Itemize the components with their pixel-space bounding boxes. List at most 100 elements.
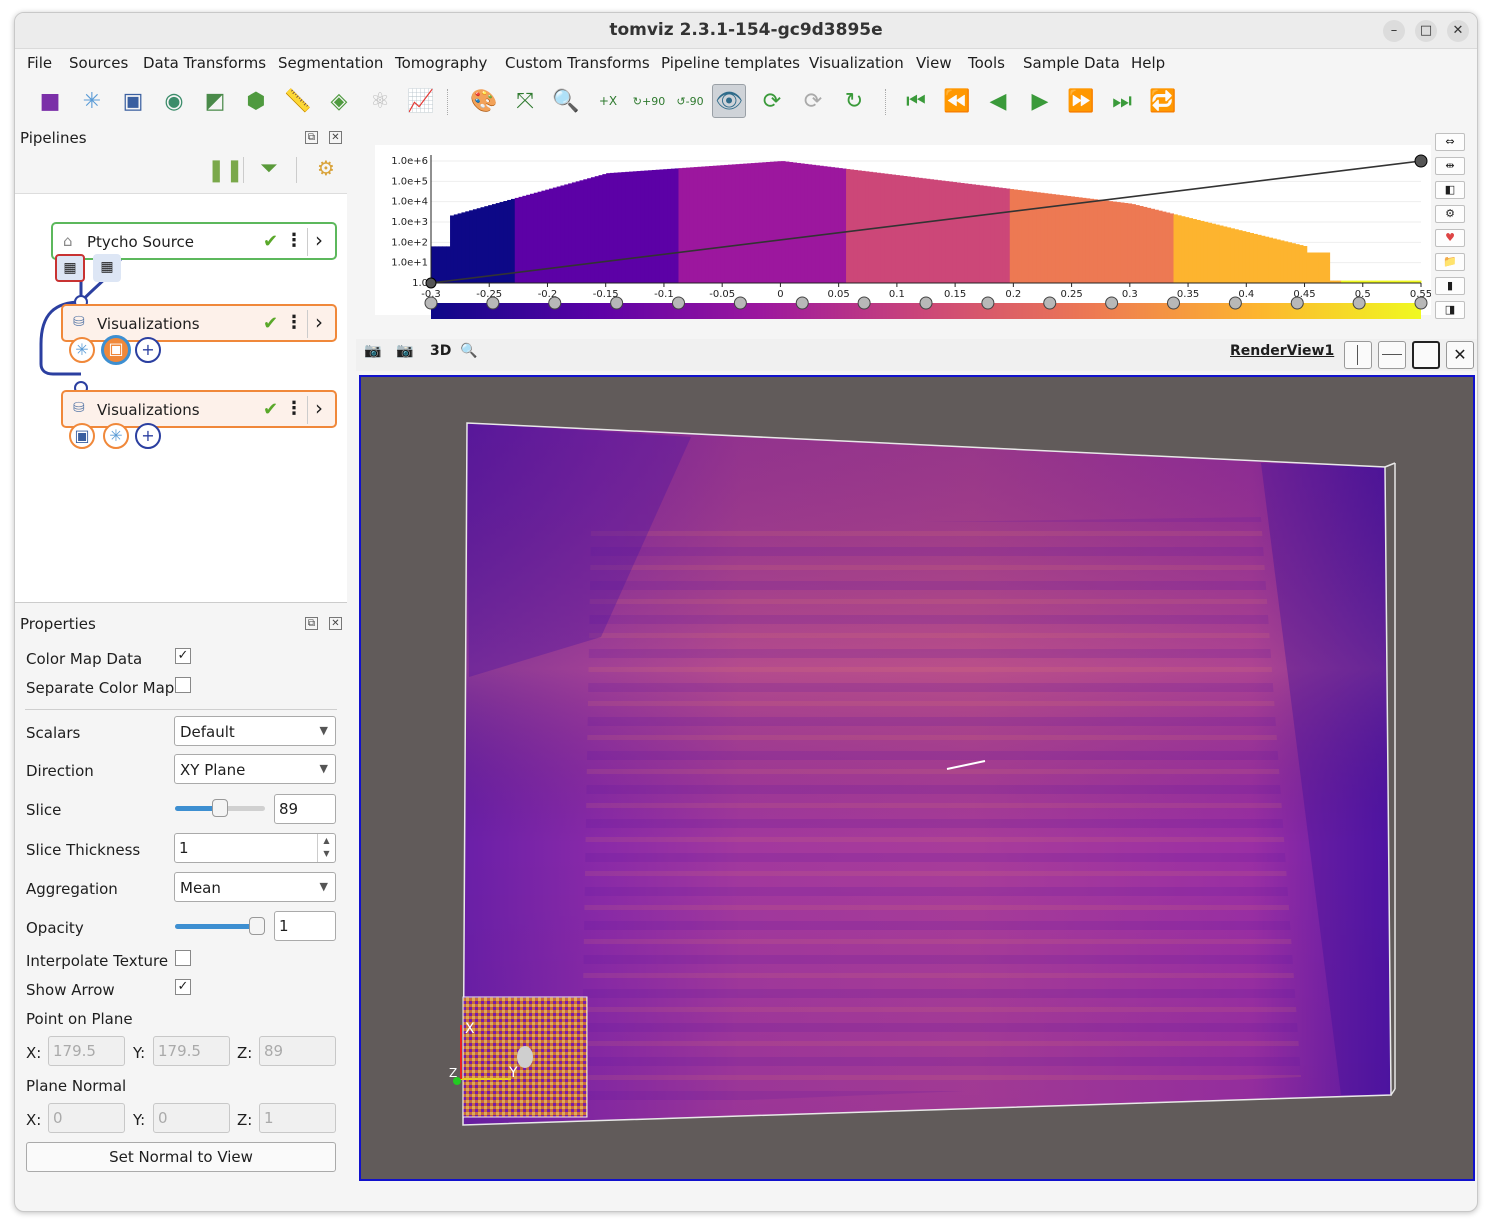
zoom-icon[interactable]: 🔍: [460, 343, 477, 359]
rotate-minus-90-icon[interactable]: ↺ -90: [673, 84, 707, 118]
split-vertical-icon[interactable]: [1378, 341, 1406, 369]
slice-icon[interactable]: ▣: [101, 335, 131, 365]
axis-x-icon[interactable]: +X: [591, 84, 625, 118]
threshold-icon[interactable]: ◈: [322, 84, 356, 118]
ruler-icon[interactable]: 📏: [281, 84, 315, 118]
slice-slider[interactable]: [175, 799, 265, 817]
cube-icon[interactable]: ■: [33, 84, 67, 118]
rotate-icon[interactable]: ⟳: [755, 84, 789, 118]
data-icon[interactable]: ▦: [93, 254, 121, 282]
menu-data-transforms[interactable]: Data Transforms: [143, 54, 266, 72]
expand-icon[interactable]: ›: [315, 228, 323, 252]
normal-z-field[interactable]: 1: [259, 1103, 336, 1133]
point-x-field[interactable]: 179.5: [48, 1036, 125, 1066]
normal-x-field[interactable]: 0: [48, 1103, 125, 1133]
scalars-select[interactable]: Default ▼: [174, 716, 336, 746]
menu-pipeline-templates[interactable]: Pipeline templates: [661, 54, 800, 72]
render-view[interactable]: X Y Z: [359, 375, 1475, 1181]
close-icon[interactable]: ✕: [1447, 20, 1469, 42]
palette-icon[interactable]: 🎨: [467, 84, 501, 118]
more-icon[interactable]: ⋮: [285, 398, 303, 419]
menu-help[interactable]: Help: [1131, 54, 1165, 72]
add-icon[interactable]: +: [135, 337, 161, 363]
expand-icon[interactable]: ›: [315, 396, 323, 420]
float-icon[interactable]: ⧉: [305, 617, 318, 630]
snowflake-icon[interactable]: ✳: [75, 84, 109, 118]
show-arrow-checkbox[interactable]: ✓: [175, 979, 191, 995]
aggregation-select[interactable]: Mean ▼: [174, 872, 336, 902]
menu-sources[interactable]: Sources: [69, 54, 128, 72]
last-frame-icon[interactable]: ⏭: [1105, 84, 1139, 118]
menu-view[interactable]: View: [916, 54, 952, 72]
next-frame-icon[interactable]: ⏩: [1064, 84, 1098, 118]
minimize-icon[interactable]: –: [1383, 20, 1405, 42]
contour-icon[interactable]: ◉: [157, 84, 191, 118]
molecule-icon[interactable]: ⚛: [363, 84, 397, 118]
gradient-icon[interactable]: ◨: [1435, 301, 1465, 319]
play-icon[interactable]: ▶: [1023, 84, 1057, 118]
box-outline-icon[interactable]: ▣: [69, 423, 95, 449]
menu-visualization[interactable]: Visualization: [809, 54, 904, 72]
colorbar-icon[interactable]: ▮: [1435, 277, 1465, 295]
custom-range-icon[interactable]: ⇹: [1435, 157, 1465, 175]
expand-icon[interactable]: ›: [315, 310, 323, 334]
slice-icon[interactable]: ◩: [198, 84, 232, 118]
capture-icon[interactable]: 📷: [364, 343, 381, 359]
box-outline-icon[interactable]: ▣: [116, 84, 150, 118]
separate-color-map-checkbox[interactable]: [175, 677, 191, 693]
center-rotation-icon[interactable]: 👁: [712, 84, 746, 118]
toggle-3d-button[interactable]: 3D: [430, 343, 451, 359]
menu-custom-transforms[interactable]: Custom Transforms: [505, 54, 650, 72]
opacity-input[interactable]: 1: [274, 911, 336, 941]
slice-render[interactable]: X Y Z: [361, 377, 1473, 1179]
favorite-icon[interactable]: ♥: [1435, 229, 1465, 247]
close-dock-icon[interactable]: ✕: [329, 131, 342, 144]
maximize-icon[interactable]: □: [1415, 20, 1437, 42]
data-icon[interactable]: ▦: [55, 254, 85, 282]
point-y-field[interactable]: 179.5: [153, 1036, 230, 1066]
point-z-field[interactable]: 89: [259, 1036, 336, 1066]
float-icon[interactable]: ⧉: [305, 131, 318, 144]
opacity-slider[interactable]: [175, 917, 265, 935]
set-normal-to-view-button[interactable]: Set Normal to View: [26, 1142, 336, 1172]
rotate-3d-icon[interactable]: ↻: [837, 84, 871, 118]
camera-undo-icon[interactable]: 📷: [396, 343, 413, 359]
menu-sample-data[interactable]: Sample Data: [1023, 54, 1120, 72]
pipeline-settings-icon[interactable]: ⚙: [317, 156, 335, 180]
normal-y-field[interactable]: 0: [153, 1103, 230, 1133]
rotate-plus-90-icon[interactable]: ↻ +90: [632, 84, 666, 118]
color-map-data-checkbox[interactable]: ✓: [175, 648, 191, 664]
menu-tools[interactable]: Tools: [968, 54, 1005, 72]
close-view-icon[interactable]: ✕: [1446, 341, 1474, 369]
volume-icon[interactable]: ⬢: [239, 84, 273, 118]
settings-icon[interactable]: ⚙: [1435, 205, 1465, 223]
previous-frame-icon[interactable]: ⏪: [940, 84, 974, 118]
maximize-view-icon[interactable]: [1412, 341, 1440, 369]
presets-icon[interactable]: 📁: [1435, 253, 1465, 271]
zoom-to-box-icon[interactable]: 🔍: [549, 84, 583, 118]
histogram-chart[interactable]: 1.0e+61.0e+51.0e+41.0e+31.0e+21.0e+11.0-…: [361, 131, 1431, 331]
rotate-alt-icon[interactable]: ⟳: [796, 84, 830, 118]
chart-icon[interactable]: 📈: [404, 84, 438, 118]
loop-icon[interactable]: 🔁: [1146, 84, 1180, 118]
menu-tomography[interactable]: Tomography: [395, 54, 487, 72]
pause-icon[interactable]: ❚❚: [207, 158, 244, 183]
filter-icon[interactable]: ⏷: [260, 156, 278, 181]
reset-camera-icon[interactable]: ⤧: [508, 84, 542, 118]
snowflake-icon[interactable]: ✳: [103, 423, 129, 449]
first-frame-icon[interactable]: ⏮: [899, 84, 933, 118]
pipeline-node-visualizations[interactable]: ⛁ Visualizations ✔ ⋮ ›: [61, 304, 337, 342]
split-horizontal-icon[interactable]: [1344, 341, 1372, 369]
menu-segmentation[interactable]: Segmentation: [278, 54, 383, 72]
reset-range-icon[interactable]: ⇔: [1435, 133, 1465, 151]
slice-thickness-spinbox[interactable]: 1 ▲ ▼: [174, 833, 336, 863]
add-icon[interactable]: +: [135, 423, 161, 449]
direction-select[interactable]: XY Plane ▼: [174, 754, 336, 784]
more-icon[interactable]: ⋮: [285, 230, 303, 251]
pipeline-node-visualizations[interactable]: ⛁ Visualizations ✔ ⋮ ›: [61, 390, 337, 428]
invert-icon[interactable]: ◧: [1435, 181, 1465, 199]
reverse-play-icon[interactable]: ◀: [981, 84, 1015, 118]
slice-input[interactable]: 89: [274, 794, 336, 824]
menu-file[interactable]: File: [27, 54, 52, 72]
close-dock-icon[interactable]: ✕: [329, 617, 342, 630]
